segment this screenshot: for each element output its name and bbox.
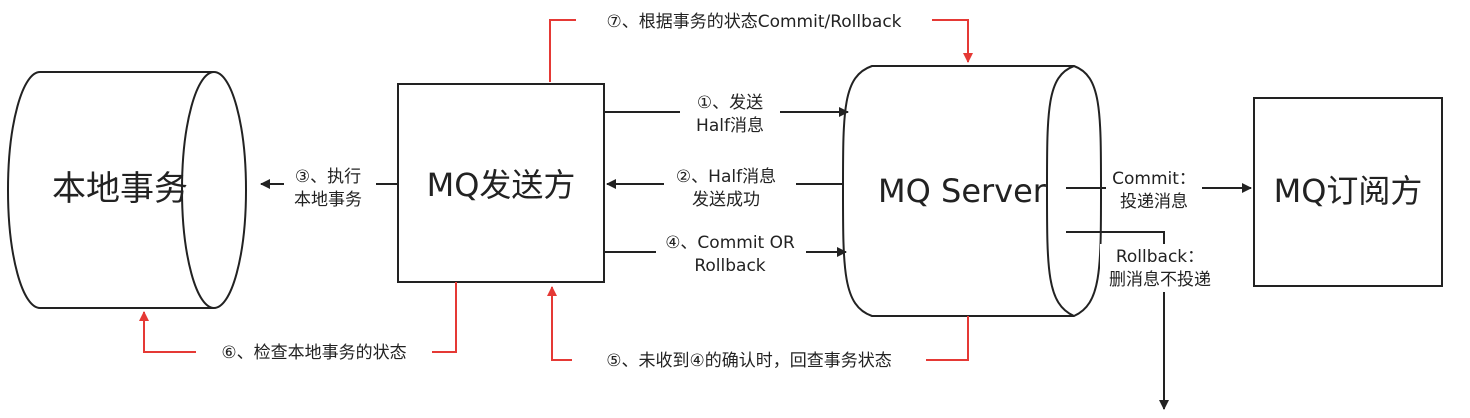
step2-label-2: 发送成功 (692, 190, 760, 210)
step1-label-2: Half消息 (696, 116, 764, 136)
step3-label-2: 本地事务 (294, 190, 362, 210)
producer-node: MQ发送方 (397, 83, 605, 283)
step1-label-1: ①、发送 (697, 93, 763, 113)
subscriber-label: MQ订阅方 (1274, 172, 1423, 210)
rollback-label-1: Rollback： (1116, 247, 1204, 267)
step7-label: ⑦、根据事务的状态Commit/Rollback (606, 12, 901, 32)
server-label: MQ Server (878, 172, 1047, 210)
step4-label-2: Rollback (694, 256, 765, 276)
producer-label: MQ发送方 (427, 166, 576, 204)
commit-label-1: Commit： (1112, 169, 1196, 189)
step2-label-1: ②、Half消息 (676, 167, 776, 187)
step5-label: ⑤、未收到④的确认时，回查事务状态 (606, 351, 891, 371)
local-transaction-node: 本地事务 (7, 71, 247, 309)
step3-label-1: ③、执行 (295, 167, 361, 187)
server-node: MQ Server (842, 65, 1102, 317)
step4-commit-or-rollback: ④、Commit OR Rollback (604, 230, 847, 276)
step2-half-success: ②、Half消息 发送成功 (606, 164, 844, 210)
step3-execute-local: ③、执行 本地事务 (260, 164, 398, 210)
commit-label-2: 投递消息 (1120, 192, 1188, 212)
rollback-label-2: 删消息不投递 (1109, 270, 1211, 290)
local-transaction-label: 本地事务 (52, 169, 188, 209)
step4-label-1: ④、Commit OR (665, 233, 795, 253)
step6-label: ⑥、检查本地事务的状态 (221, 343, 406, 363)
subscriber-node: MQ订阅方 (1253, 97, 1443, 287)
transaction-message-diagram: 本地事务 MQ发送方 MQ Server MQ订阅方 ①、发送 Half消息 ②… (7, 9, 1443, 410)
step1-send-half: ①、发送 Half消息 (604, 90, 849, 136)
